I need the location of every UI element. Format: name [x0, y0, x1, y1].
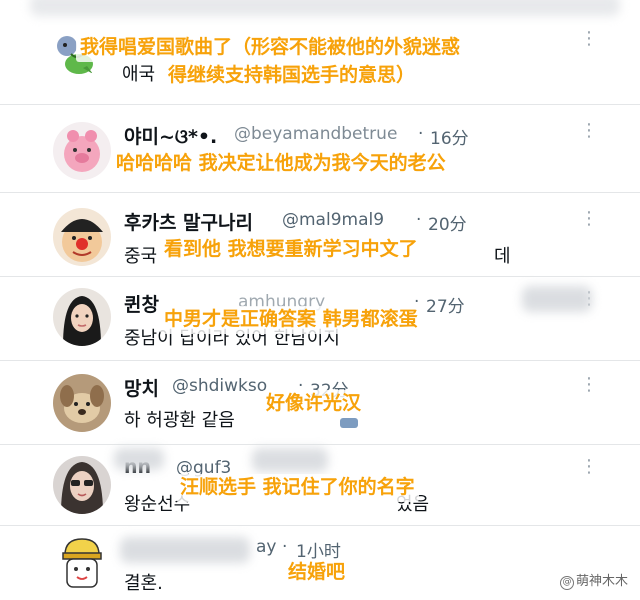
tweet-time-separator: · — [416, 210, 422, 230]
more-dots-icon[interactable]: ⋮ — [580, 210, 598, 228]
display-name[interactable]: 후카츠 말구나리 — [124, 208, 253, 235]
translation-caption: 汪顺选手 我记住了你的名字 — [176, 474, 419, 502]
more-dots-icon[interactable]: ⋮ — [580, 376, 598, 394]
tweet-text: 결혼. — [124, 573, 163, 594]
clown-face-avatar-icon — [53, 208, 111, 266]
woman-portrait-avatar-icon — [53, 288, 111, 346]
chef-hat-cartoon-avatar-icon — [53, 535, 111, 593]
blurred-region — [522, 286, 592, 312]
translation-caption: 哈哈哈哈 我决定让他成为我今天的老公 — [112, 150, 450, 178]
blurred-region — [252, 448, 328, 472]
user-handle[interactable]: @beyamandbetrue — [234, 124, 397, 144]
emoji-icon — [340, 418, 358, 428]
avatar[interactable] — [53, 535, 111, 593]
more-dots-icon[interactable]: ⋮ — [580, 30, 598, 48]
tweet-text-tail: 데 — [494, 246, 511, 267]
sunglasses-woman-avatar-icon — [53, 456, 111, 514]
translation-caption: 我得唱爱国歌曲了（形容不能被他的外貌迷惑 — [76, 34, 465, 62]
tweet-item[interactable]: 망치 @shdiwkso · 32分 ⋮ 하 허광환 같음 好像许光汉 — [0, 360, 640, 444]
watermark-text: 萌神木木 — [575, 574, 628, 589]
tweet-item[interactable]: 애국 ⋮ 我得唱爱国歌曲了（形容不能被他的外貌迷惑 得继续支持韩国选手的意思） — [0, 0, 640, 104]
tweet-item[interactable]: 퀸창 amhungry · 27分 ⋮ 중남이 답이라 있어 한남이지 中男才是… — [0, 276, 640, 360]
blurred-region — [114, 448, 164, 470]
tweet-item[interactable]: ay · 1小时 결혼. 结婚吧 — [0, 525, 640, 600]
tweet-item[interactable]: 야미~ଓ*•. @beyamandbetrue · 16分 ⋮ 哈哈哈哈 我决定… — [0, 104, 640, 192]
more-dots-icon[interactable]: ⋮ — [580, 122, 598, 140]
blurred-region — [120, 537, 250, 563]
display-name[interactable]: 퀸창 — [124, 290, 159, 317]
display-name[interactable]: 야미~ଓ*•. — [124, 122, 217, 149]
pink-pig-avatar-icon — [53, 122, 111, 180]
user-handle[interactable]: @mal9mal9 — [282, 210, 384, 230]
tweet-item[interactable]: nn @guf3 ⋮ 왕순선수 었음 汪顺选手 我记住了你的名字 — [0, 444, 640, 525]
watermark: @ 萌神木木 — [559, 570, 628, 590]
tweet-text: 중국 — [124, 246, 158, 267]
avatar[interactable] — [53, 122, 111, 180]
user-handle[interactable]: ay — [256, 537, 276, 557]
tweet-text: 애국 — [122, 64, 156, 85]
at-icon: @ — [559, 576, 574, 590]
translation-caption: 结婚吧 — [284, 559, 350, 587]
translation-caption: 得继续支持韩国选手的意思） — [164, 62, 420, 90]
tweet-item[interactable]: 후카츠 말구나리 @mal9mal9 · 20分 ⋮ 중국 데 看到他 我想要重… — [0, 192, 640, 276]
tweet-time-separator: · — [418, 124, 424, 144]
dog-photo-avatar-icon — [53, 374, 111, 432]
avatar[interactable] — [53, 288, 111, 346]
translation-caption: 中男才是正确答案 韩男都滚蛋 — [160, 306, 422, 334]
translation-caption: 好像许光汉 — [262, 390, 366, 418]
translation-caption: 看到他 我想要重新学习中文了 — [160, 236, 422, 264]
user-handle[interactable]: @shdiwkso — [172, 376, 267, 396]
avatar[interactable] — [53, 456, 111, 514]
avatar[interactable] — [53, 208, 111, 266]
tweet-time[interactable]: 16分 — [430, 124, 469, 149]
tweet-time[interactable]: 20分 — [428, 210, 467, 235]
tweet-time[interactable]: 27分 — [426, 292, 465, 317]
more-dots-icon[interactable]: ⋮ — [580, 458, 598, 476]
display-name[interactable]: 망치 — [124, 374, 159, 401]
avatar[interactable] — [53, 374, 111, 432]
tweet-text: 하 허광환 같음 — [124, 410, 235, 431]
tweet-time-separator: · — [282, 537, 288, 557]
